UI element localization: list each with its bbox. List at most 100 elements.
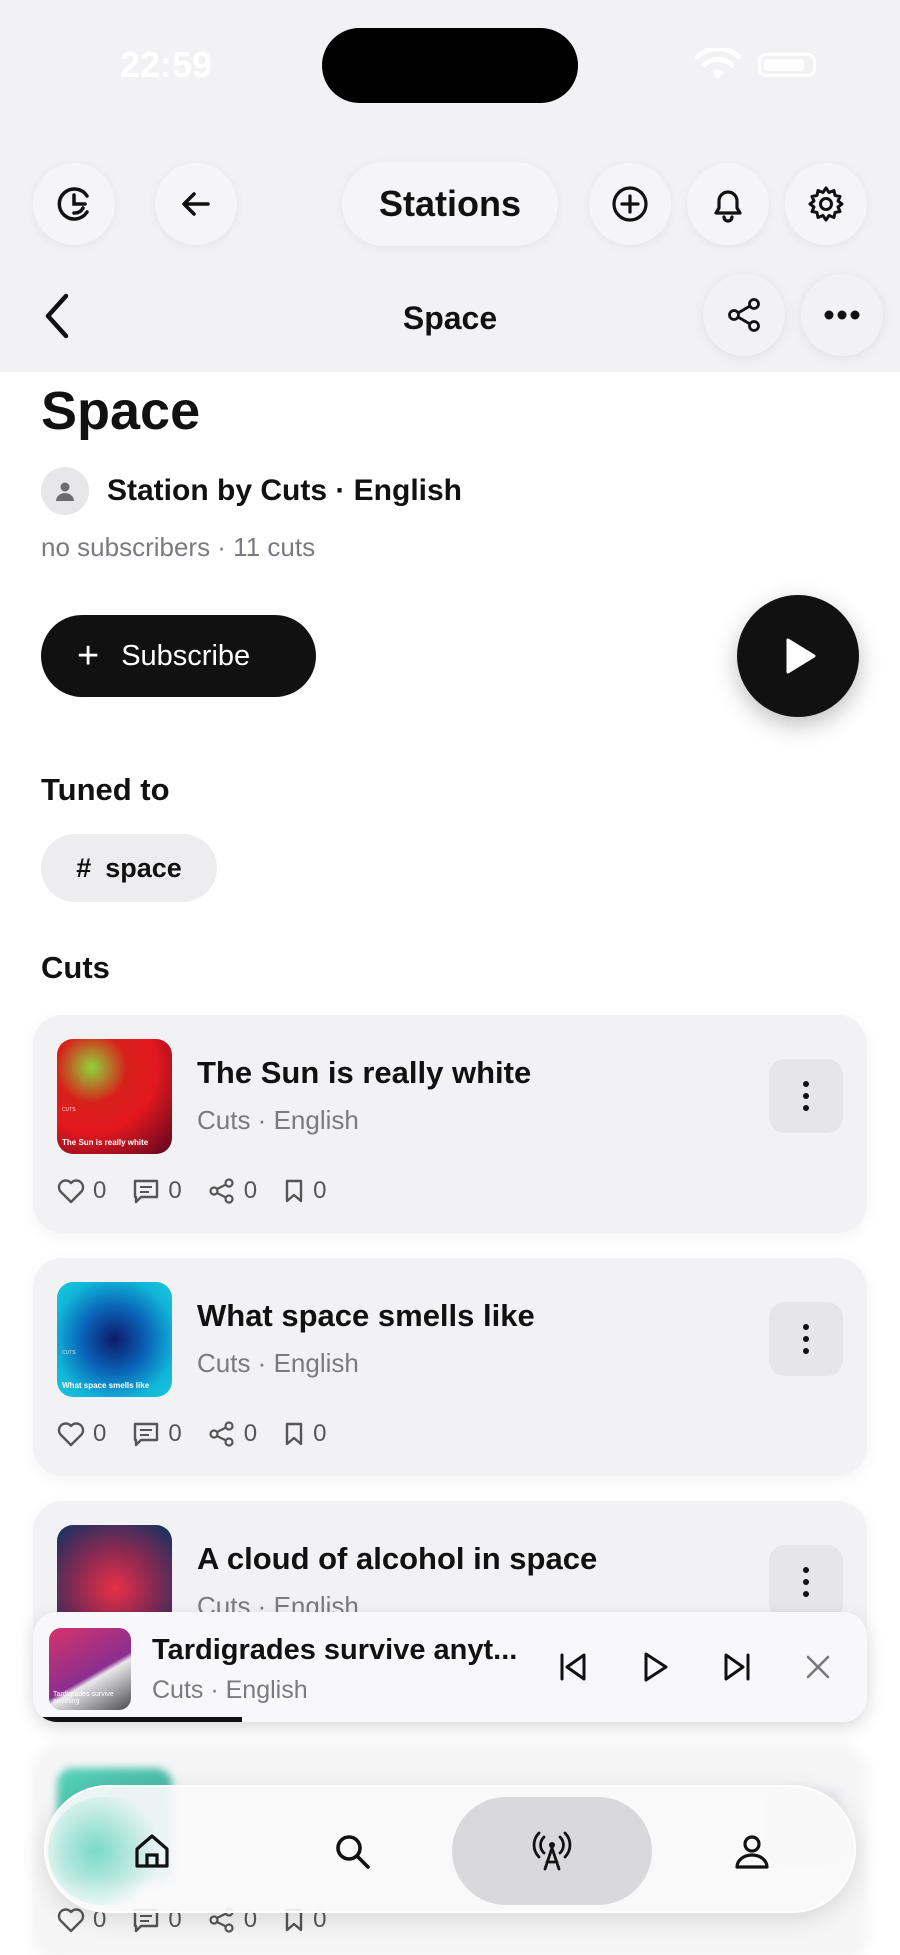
like-count: 0 — [93, 1177, 107, 1204]
comment-icon — [134, 1179, 159, 1204]
next-button[interactable] — [712, 1642, 762, 1692]
tuned-to-heading: Tuned to — [41, 772, 170, 807]
station-author[interactable]: Station by Cuts · English — [41, 466, 462, 516]
heart-icon — [57, 1422, 85, 1447]
save-count: 0 — [313, 1177, 327, 1204]
battery-icon — [758, 53, 816, 77]
tab-bar — [44, 1785, 856, 1913]
thumb-caption: The Sun is really white — [62, 1138, 149, 1147]
cut-stats: 0 0 0 0 — [57, 1177, 352, 1205]
save-stat[interactable]: 0 — [283, 1177, 326, 1205]
home-icon — [135, 1834, 169, 1868]
close-button[interactable] — [793, 1642, 843, 1692]
share-count: 0 — [243, 1177, 258, 1204]
plus-icon: + — [77, 635, 100, 677]
cut-title: What space smells like — [197, 1298, 535, 1333]
more-vertical-icon — [803, 1081, 809, 1111]
close-icon — [806, 1655, 830, 1679]
save-stat[interactable]: 0 — [283, 1420, 326, 1448]
settings-button[interactable] — [785, 163, 867, 245]
tab-profile[interactable] — [702, 1801, 802, 1901]
share-count: 0 — [243, 1420, 258, 1447]
share-icon — [728, 298, 760, 332]
gear-icon — [808, 186, 844, 222]
more-vertical-icon — [803, 1567, 809, 1597]
page-title: Space — [41, 381, 201, 441]
avatar — [41, 467, 89, 515]
share-stat[interactable]: 0 — [208, 1420, 257, 1448]
thumb-caption: What space smells like — [62, 1381, 150, 1390]
skip-forward-icon — [724, 1653, 750, 1681]
subscribe-label: Subscribe — [121, 639, 251, 672]
logo-button[interactable] — [33, 163, 115, 245]
nav-title: Space — [402, 300, 498, 336]
cut-card[interactable]: CUTS The Sun is really white The Sun is … — [33, 1015, 867, 1233]
comment-count: 0 — [168, 1420, 182, 1447]
cuts-heading: Cuts — [41, 950, 110, 985]
heart-icon — [57, 1908, 85, 1933]
previous-button[interactable] — [548, 1642, 598, 1692]
cut-card[interactable]: CUTS What space smells like What space s… — [33, 1258, 867, 1476]
like-stat[interactable]: 0 — [57, 1420, 106, 1448]
comment-count: 0 — [168, 1177, 182, 1204]
share-icon — [209, 1178, 234, 1204]
cut-thumbnail: CUTS What space smells like — [57, 1282, 172, 1397]
search-icon — [336, 1835, 370, 1869]
cut-title: A cloud of alcohol in space — [197, 1541, 598, 1576]
hashtag-icon: # — [76, 852, 92, 883]
playback-progress-fill — [33, 1717, 242, 1722]
like-stat[interactable]: 0 — [57, 1177, 106, 1205]
cut-menu-button[interactable] — [769, 1302, 843, 1376]
notifications-button[interactable] — [687, 163, 769, 245]
cut-subtitle: Cuts · English — [197, 1105, 359, 1135]
radio-tower-icon — [532, 1831, 572, 1871]
like-count: 0 — [93, 1420, 107, 1447]
back-button[interactable] — [155, 163, 237, 245]
comment-stat[interactable]: 0 — [132, 1420, 182, 1448]
share-stat[interactable]: 0 — [208, 1177, 257, 1205]
mini-player-thumbnail: Tardigrades survive anything — [49, 1628, 131, 1710]
mini-player-title: Tardigrades survive anyt... — [152, 1634, 518, 1666]
person-icon — [56, 482, 74, 501]
comment-stat[interactable]: 0 — [132, 1177, 182, 1205]
wifi-icon — [695, 48, 741, 79]
cut-stats: 0 0 0 0 — [57, 1420, 352, 1448]
cut-title: The Sun is really white — [197, 1055, 532, 1090]
heart-icon — [57, 1179, 85, 1204]
comment-icon — [134, 1422, 159, 1447]
cut-menu-button[interactable] — [769, 1545, 843, 1619]
cut-menu-button[interactable] — [769, 1059, 843, 1133]
add-button[interactable] — [589, 163, 671, 245]
more-horizontal-icon — [824, 310, 860, 320]
arrow-left-icon — [182, 192, 210, 216]
share-icon — [209, 1421, 234, 1447]
bell-icon — [714, 190, 742, 223]
play-icon — [786, 638, 816, 674]
bookmark-icon — [285, 1422, 303, 1446]
dynamic-island — [322, 28, 578, 103]
cut-subtitle: Cuts · English — [197, 1348, 359, 1378]
plus-circle-icon — [612, 186, 648, 222]
play-station-button[interactable] — [737, 595, 859, 717]
save-count: 0 — [313, 1420, 327, 1447]
thumb-caption: Tardigrades survive anything — [53, 1691, 114, 1705]
cut-thumbnail: CUTS The Sun is really white — [57, 1039, 172, 1154]
subscribe-button[interactable]: + Subscribe — [41, 615, 316, 697]
status-time: 22:59 — [120, 44, 213, 85]
chevron-left-icon[interactable] — [38, 288, 78, 344]
more-button[interactable] — [801, 274, 883, 356]
play-button[interactable] — [630, 1642, 680, 1692]
tab-stations[interactable] — [502, 1801, 602, 1901]
tag-label: space — [105, 852, 182, 883]
mini-player[interactable]: Tardigrades survive anything Tardigrades… — [33, 1612, 867, 1722]
playback-progress[interactable] — [33, 1717, 867, 1722]
tab-home[interactable] — [102, 1801, 202, 1901]
tab-search[interactable] — [302, 1801, 402, 1901]
skip-back-icon — [560, 1653, 586, 1681]
bookmark-icon — [285, 1179, 303, 1203]
share-button[interactable] — [703, 274, 785, 356]
station-byline: Station by Cuts · English — [107, 474, 463, 507]
tag-chip[interactable]: # space — [41, 834, 217, 902]
stations-title-pill[interactable]: Stations — [342, 162, 558, 246]
more-vertical-icon — [803, 1324, 809, 1354]
